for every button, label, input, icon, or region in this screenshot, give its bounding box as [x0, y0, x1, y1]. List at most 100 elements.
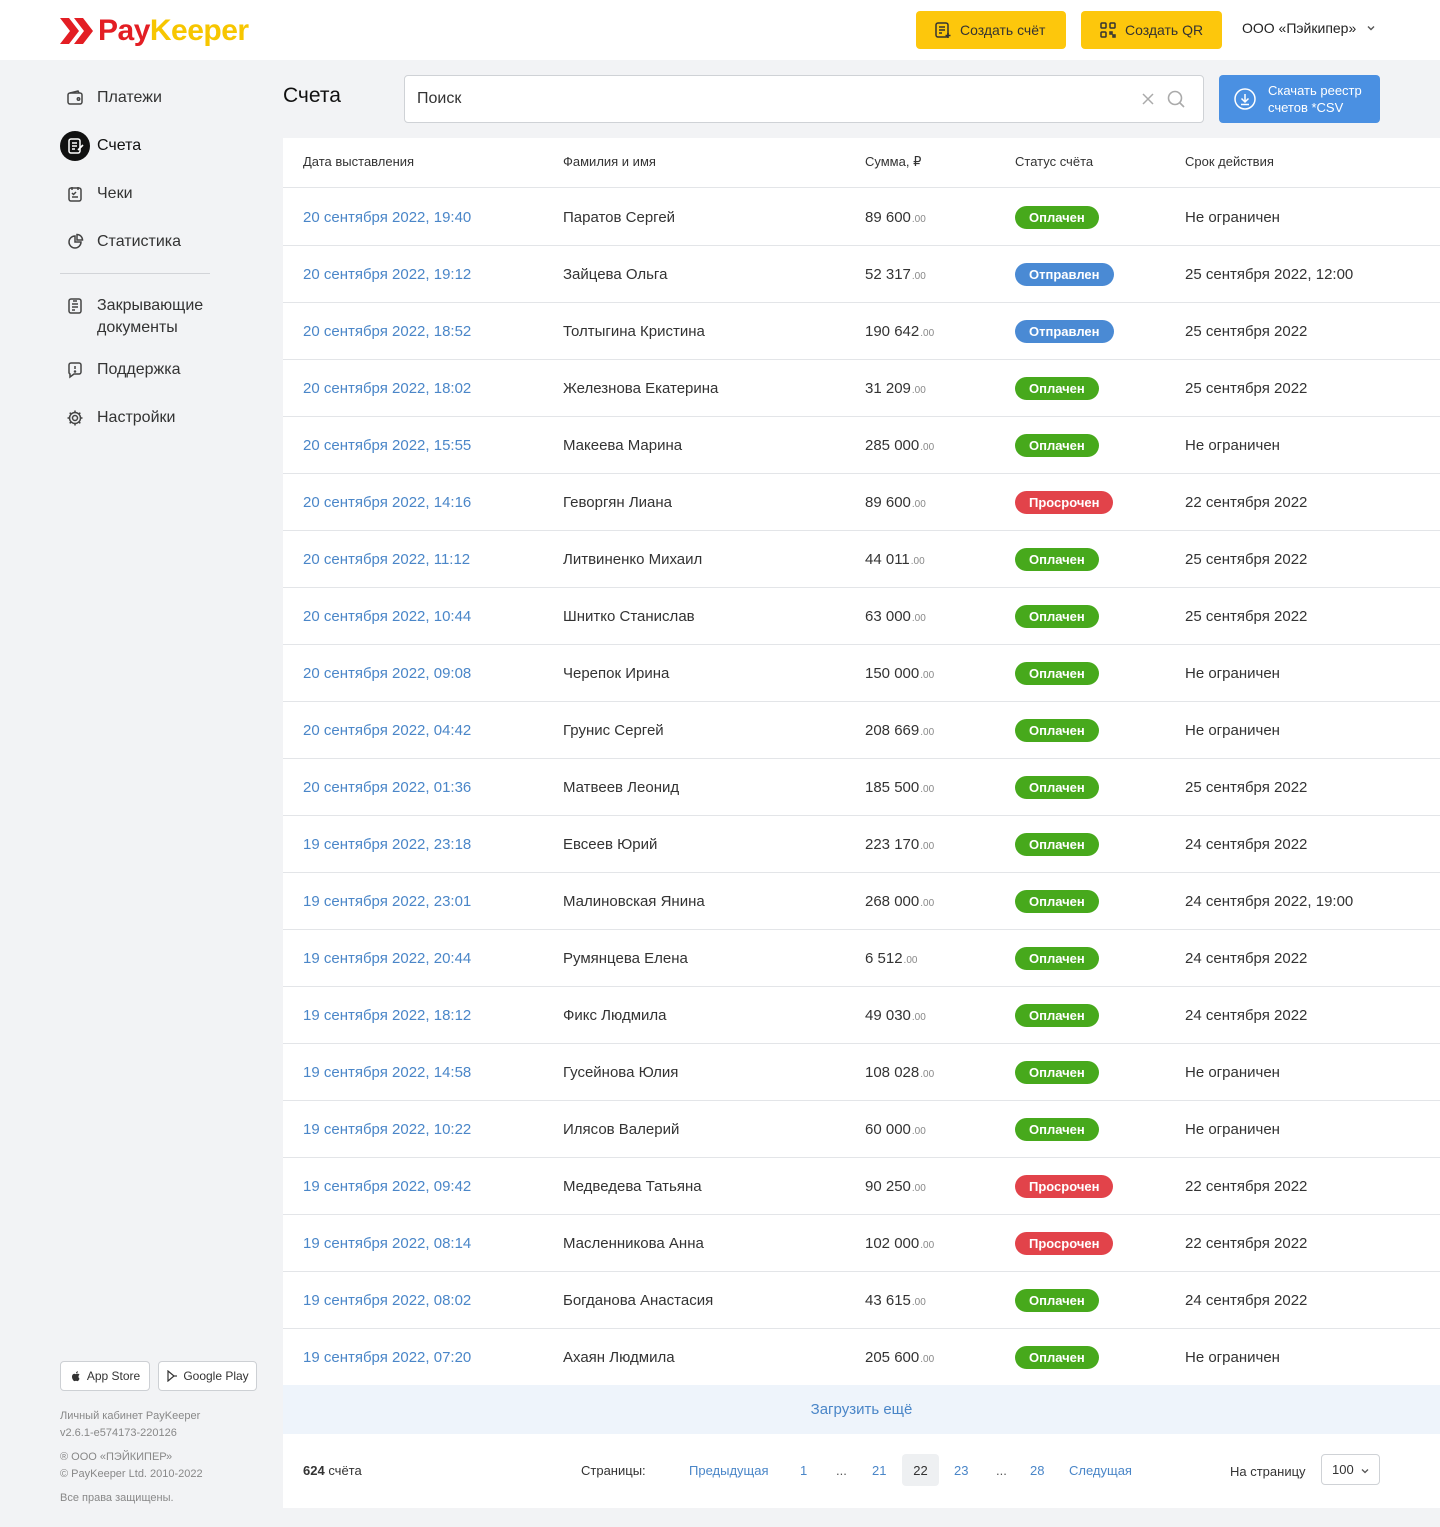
invoice-term: Не ограничен: [1185, 1064, 1280, 1081]
table-row[interactable]: 20 сентября 2022, 18:02 Железнова Екатери…: [283, 360, 1440, 417]
invoice-sum-rub: 208 669: [865, 722, 920, 739]
per-page-label: На страницу: [1230, 1464, 1306, 1479]
invoice-sum: 52 317.00: [865, 246, 926, 303]
invoice-sum: 31 209.00: [865, 360, 926, 417]
invoice-date-link[interactable]: 19 сентября 2022, 23:01: [303, 873, 471, 930]
table-row[interactable]: 19 сентября 2022, 20:44 Румянцева Елена 6 …: [283, 930, 1440, 987]
footer-copyright: ® ООО «ПЭЙКИПЕР» © PayKeeper Ltd. 2010-2…: [60, 1449, 203, 1483]
table-row[interactable]: 20 сентября 2022, 19:12 Зайцева Ольга 52 3…: [283, 246, 1440, 303]
load-more-button[interactable]: Загрузить ещё: [283, 1385, 1440, 1434]
search-input[interactable]: [417, 76, 1117, 122]
invoice-date-link[interactable]: 20 сентября 2022, 11:12: [303, 531, 470, 588]
search-icon[interactable]: [1166, 89, 1186, 109]
invoice-date-link[interactable]: 19 сентября 2022, 07:20: [303, 1329, 471, 1386]
page-23-link[interactable]: 23: [954, 1463, 968, 1478]
page-1-link[interactable]: 1: [800, 1463, 807, 1478]
invoice-sum: 185 500.00: [865, 759, 934, 816]
prev-page-link[interactable]: Предыдущая: [689, 1463, 769, 1478]
table-row[interactable]: 20 сентября 2022, 15:55 Макеева Марина 285…: [283, 417, 1440, 474]
table-row[interactable]: 20 сентября 2022, 18:52 Толтыгина Кристин…: [283, 303, 1440, 360]
sidebar-item-closing-documents[interactable]: Закрывающие документы: [60, 295, 230, 339]
table-row[interactable]: 19 сентября 2022, 09:42 Медведева Татьяна…: [283, 1158, 1440, 1215]
invoice-date-link[interactable]: 19 сентября 2022, 10:22: [303, 1101, 471, 1158]
invoice-date-link[interactable]: 20 сентября 2022, 19:40: [303, 189, 471, 246]
table-row[interactable]: 19 сентября 2022, 07:20 Ахаян Людмила 205 …: [283, 1329, 1440, 1386]
app-store-button[interactable]: App Store: [60, 1361, 150, 1391]
table-row[interactable]: 20 сентября 2022, 19:40 Паратов Сергей 89 …: [283, 189, 1440, 246]
invoice-date-link[interactable]: 20 сентября 2022, 14:16: [303, 474, 471, 531]
invoice-date-link[interactable]: 19 сентября 2022, 18:12: [303, 987, 471, 1044]
column-header-term[interactable]: Срок действия: [1185, 154, 1274, 169]
column-header-name[interactable]: Фамилия и имя: [563, 154, 656, 169]
invoice-date-link[interactable]: 20 сентября 2022, 04:42: [303, 702, 471, 759]
table-row[interactable]: 19 сентября 2022, 23:18 Евсеев Юрий 223 17…: [283, 816, 1440, 873]
download-csv-button[interactable]: Скачать реестр счетов *CSV: [1219, 75, 1380, 123]
invoice-date-link[interactable]: 19 сентября 2022, 23:18: [303, 816, 471, 873]
sidebar-item-statistics[interactable]: Статистика: [60, 227, 181, 257]
table-row[interactable]: 19 сентября 2022, 08:02 Богданова Анастас…: [283, 1272, 1440, 1329]
column-header-date[interactable]: Дата выставления: [303, 154, 414, 169]
column-header-status[interactable]: Статус счёта: [1015, 154, 1093, 169]
table-row[interactable]: 20 сентября 2022, 14:16 Геворгян Лиана 89 …: [283, 474, 1440, 531]
page-28-link[interactable]: 28: [1030, 1463, 1044, 1478]
customer-name: Макеева Марина: [563, 437, 683, 454]
table-row[interactable]: 20 сентября 2022, 09:08 Черепок Ирина 150 …: [283, 645, 1440, 702]
status-badge: Оплачен: [1015, 434, 1099, 457]
invoice-date-link[interactable]: 19 сентября 2022, 09:42: [303, 1158, 471, 1215]
pagination-bar: 624 счёта Страницы: Предыдущая 1 ... 21 …: [283, 1434, 1440, 1508]
page-21-link[interactable]: 21: [872, 1463, 886, 1478]
table-row[interactable]: 19 сентября 2022, 23:01 Малиновская Янина…: [283, 873, 1440, 930]
chevron-down-icon: [1367, 26, 1375, 31]
invoice-sum-rub: 108 028: [865, 1064, 920, 1081]
table-header: Дата выставления Фамилия и имя Сумма, ₽ …: [283, 138, 1440, 188]
invoice-date-link[interactable]: 20 сентября 2022, 10:44: [303, 588, 471, 645]
invoice-date-link[interactable]: 19 сентября 2022, 08:02: [303, 1272, 471, 1329]
invoice-term: Не ограничен: [1185, 1121, 1280, 1138]
invoice-count-word: счёта: [328, 1463, 362, 1478]
table-row[interactable]: 20 сентября 2022, 04:42 Грунис Сергей 208 …: [283, 702, 1440, 759]
table-row[interactable]: 19 сентября 2022, 10:22 Илясов Валерий 60 …: [283, 1101, 1440, 1158]
clear-icon[interactable]: [1140, 91, 1156, 107]
invoice-date-link[interactable]: 19 сентября 2022, 20:44: [303, 930, 471, 987]
per-page-select[interactable]: 100: [1321, 1454, 1380, 1485]
table-row[interactable]: 19 сентября 2022, 14:58 Гусейнова Юлия 108…: [283, 1044, 1440, 1101]
sidebar-item-support[interactable]: Поддержка: [60, 355, 180, 385]
next-page-link[interactable]: Следущая: [1069, 1463, 1132, 1478]
table-row[interactable]: 19 сентября 2022, 18:12 Фикс Людмила 49 03…: [283, 987, 1440, 1044]
invoice-date-link[interactable]: 20 сентября 2022, 01:36: [303, 759, 471, 816]
invoice-date-link[interactable]: 19 сентября 2022, 14:58: [303, 1044, 471, 1101]
table-row[interactable]: 20 сентября 2022, 10:44 Шнитко Станислав 6…: [283, 588, 1440, 645]
invoice-date-link[interactable]: 20 сентября 2022, 09:08: [303, 645, 471, 702]
invoice-sum: 102 000.00: [865, 1215, 934, 1272]
invoice-date-link[interactable]: 20 сентября 2022, 18:52: [303, 303, 471, 360]
customer-name: Толтыгина Кристина: [563, 323, 705, 340]
invoice-sum: 43 615.00: [865, 1272, 926, 1329]
organization-selector[interactable]: ООО «Пэйкипер»: [1242, 20, 1376, 36]
invoice-sum-rub: 60 000: [865, 1121, 911, 1138]
current-page[interactable]: 22: [902, 1454, 939, 1486]
pages-label: Страницы:: [581, 1463, 646, 1478]
create-invoice-button[interactable]: Создать счёт: [916, 11, 1066, 49]
receipt-icon: [60, 179, 90, 209]
invoice-sum-rub: 205 600: [865, 1349, 920, 1366]
sidebar-item-payments[interactable]: Платежи: [60, 83, 162, 113]
paykeeper-logo[interactable]: PayKeeper: [60, 14, 249, 48]
table-row[interactable]: 20 сентября 2022, 01:36 Матвеев Леонид 185…: [283, 759, 1440, 816]
sidebar-item-settings[interactable]: Настройки: [60, 403, 175, 433]
sidebar-item-invoices[interactable]: Счета: [60, 131, 141, 161]
invoice-sum: 205 600.00: [865, 1329, 934, 1386]
page-title: Счета: [283, 84, 341, 107]
invoice-date-link[interactable]: 20 сентября 2022, 18:02: [303, 360, 471, 417]
table-row[interactable]: 19 сентября 2022, 08:14 Масленникова Анна…: [283, 1215, 1440, 1272]
invoice-sum-kop: .00: [911, 1297, 926, 1308]
invoice-date-link[interactable]: 20 сентября 2022, 19:12: [303, 246, 471, 303]
invoice-sum-rub: 102 000: [865, 1235, 920, 1252]
column-header-sum[interactable]: Сумма, ₽: [865, 154, 921, 170]
status-cell: Оплачен: [1015, 1329, 1099, 1386]
sidebar-item-receipts[interactable]: Чеки: [60, 179, 133, 209]
google-play-button[interactable]: Google Play: [158, 1361, 257, 1391]
table-row[interactable]: 20 сентября 2022, 11:12 Литвиненко Михаил…: [283, 531, 1440, 588]
invoice-date-link[interactable]: 19 сентября 2022, 08:14: [303, 1215, 471, 1272]
invoice-date-link[interactable]: 20 сентября 2022, 15:55: [303, 417, 471, 474]
create-qr-button[interactable]: Создать QR: [1081, 11, 1222, 49]
